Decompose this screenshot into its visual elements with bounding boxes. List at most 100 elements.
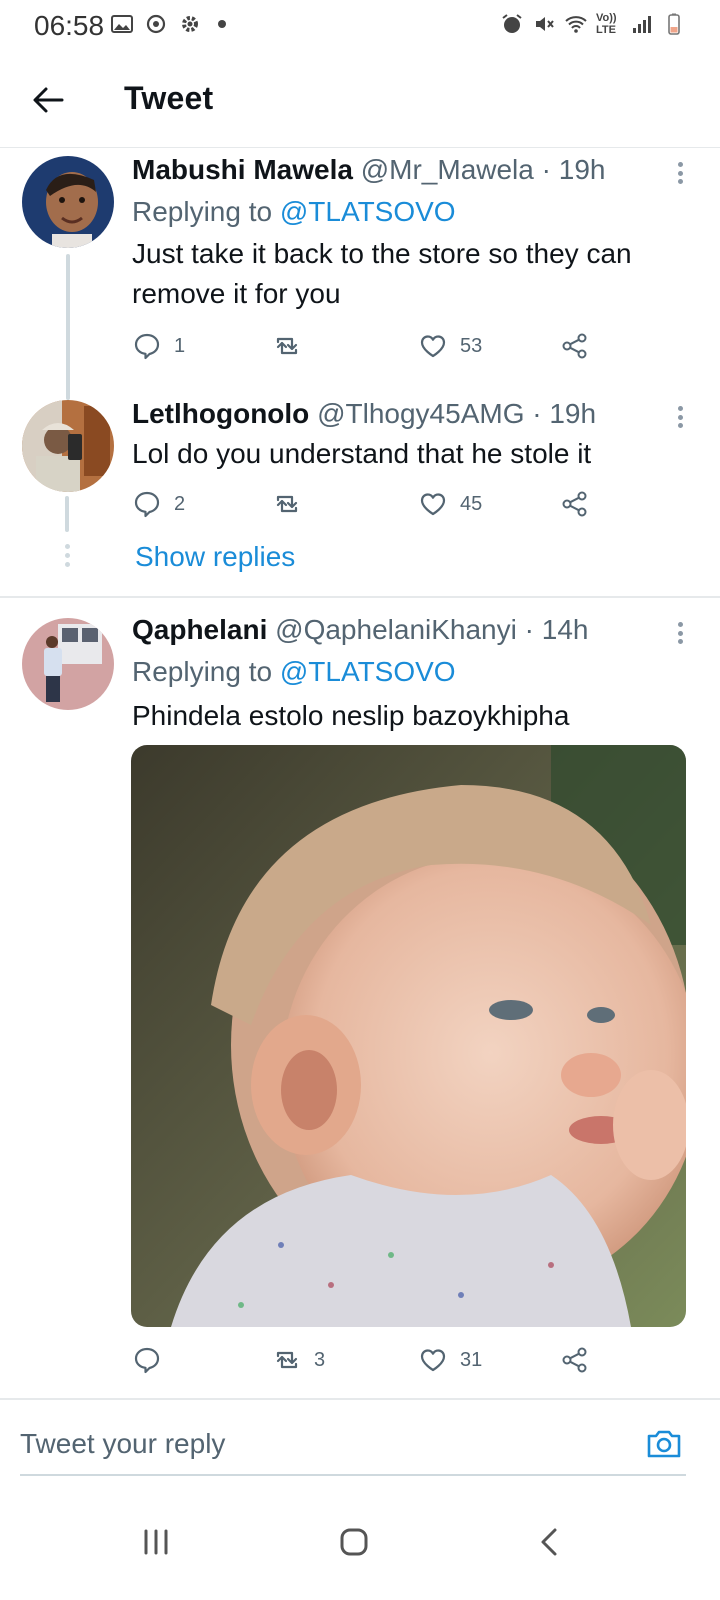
share-icon — [562, 333, 587, 359]
meta-separator: · — [532, 398, 542, 429]
retweet-button[interactable] — [272, 484, 314, 524]
volte-icon: Vo)) LTE — [596, 12, 617, 36]
retweet-count: 3 — [314, 1348, 326, 1371]
replying-to: Replying to @TLATSOVO — [132, 192, 700, 232]
back-icon — [541, 1528, 557, 1556]
meta-separator: · — [524, 614, 534, 645]
meta-separator: · — [541, 154, 551, 185]
tweet-actions: 3 31 — [132, 1340, 612, 1380]
app-header: Tweet — [0, 52, 720, 148]
retweet-button[interactable]: 3 — [272, 1340, 325, 1380]
sync-icon — [146, 14, 166, 34]
page-title: Tweet — [124, 80, 214, 116]
avatar[interactable] — [22, 156, 114, 248]
camera-button[interactable] — [644, 1424, 684, 1464]
reply-button[interactable] — [132, 1340, 174, 1380]
tweet-actions: 2 45 — [132, 484, 612, 524]
handle[interactable]: @Mr_Mawela — [361, 154, 534, 185]
display-name[interactable]: Mabushi Mawela — [132, 154, 353, 185]
home-icon — [340, 1528, 368, 1556]
reply-button[interactable]: 2 — [132, 484, 185, 524]
heart-icon — [420, 335, 446, 358]
system-nav-bar — [0, 1488, 720, 1600]
avatar[interactable] — [22, 618, 114, 710]
comment-icon — [134, 333, 160, 360]
share-icon — [562, 491, 587, 517]
like-count: 31 — [460, 1348, 483, 1371]
replying-prefix: Replying to — [132, 196, 273, 227]
heart-icon — [420, 1349, 446, 1372]
mention-link[interactable]: @TLATSOVO — [280, 196, 456, 227]
like-count: 45 — [460, 492, 483, 515]
battery-icon — [668, 13, 680, 35]
tweet-1[interactable]: Mabushi Mawela @Mr_Mawela · 19h Replying… — [0, 150, 720, 400]
retweet-button[interactable] — [272, 326, 314, 366]
recent-apps-button[interactable] — [126, 1512, 186, 1572]
gear-icon — [182, 16, 198, 32]
tweet-2[interactable]: Letlhogonolo @Tlhogy45AMG · 19h Lol do y… — [0, 396, 720, 596]
alarm-icon — [502, 14, 522, 33]
image-icon — [111, 15, 133, 33]
arrow-left-icon — [33, 87, 64, 113]
more-options-button[interactable] — [668, 402, 692, 432]
share-button[interactable] — [560, 1340, 590, 1380]
like-button[interactable]: 53 — [418, 326, 482, 366]
tweet-body: Letlhogonolo @Tlhogy45AMG · 19h Lol do y… — [132, 396, 700, 474]
like-count: 53 — [460, 334, 483, 357]
retweet-icon — [276, 495, 298, 513]
timestamp[interactable]: 14h — [542, 614, 589, 645]
display-name[interactable]: Letlhogonolo — [132, 398, 309, 429]
timestamp[interactable]: 19h — [559, 154, 606, 185]
comment-icon — [134, 1347, 160, 1374]
tweet-header: Letlhogonolo @Tlhogy45AMG · 19h — [132, 396, 700, 432]
timestamp[interactable]: 19h — [549, 398, 596, 429]
share-icon — [562, 1347, 587, 1373]
back-button[interactable] — [28, 80, 68, 120]
like-button[interactable]: 31 — [418, 1340, 482, 1380]
tweet-text: Phindela estolo neslip bazoykhipha — [132, 700, 570, 731]
camera-icon — [647, 1430, 681, 1458]
tweet-media-image[interactable] — [131, 745, 686, 1327]
recent-apps-icon — [144, 1529, 168, 1555]
more-options-button[interactable] — [668, 158, 692, 188]
system-back-button[interactable] — [520, 1512, 580, 1572]
tweet-text: Just take it back to the store so they c… — [132, 238, 632, 309]
tweet-header: Mabushi Mawela @Mr_Mawela · 19h — [132, 152, 700, 188]
home-button[interactable] — [324, 1512, 384, 1572]
tweet-header: Qaphelani @QaphelaniKhanyi · 14h — [132, 612, 700, 648]
show-replies-link[interactable]: Show replies — [135, 541, 295, 573]
heart-icon — [420, 493, 446, 516]
mention-link[interactable]: @TLATSOVO — [280, 656, 456, 687]
status-left-icons — [110, 12, 226, 36]
signal-icon — [633, 16, 651, 33]
reply-count: 1 — [174, 334, 186, 357]
replying-to: Replying to @TLATSOVO — [132, 652, 700, 692]
retweet-icon — [276, 337, 298, 355]
tweet-actions: 1 53 — [132, 326, 612, 366]
comment-icon — [134, 491, 160, 518]
retweet-icon — [276, 1351, 298, 1369]
status-time: 06:58 — [34, 10, 105, 41]
reply-underline — [20, 1474, 686, 1476]
more-options-button[interactable] — [668, 618, 692, 648]
display-name[interactable]: Qaphelani — [132, 614, 267, 645]
handle[interactable]: @Tlhogy45AMG — [317, 398, 524, 429]
status-right-icons: Vo)) LTE — [500, 12, 686, 36]
replying-prefix: Replying to — [132, 656, 273, 687]
divider — [0, 596, 720, 598]
tweet-body: Qaphelani @QaphelaniKhanyi · 14h Replyin… — [132, 612, 700, 736]
notification-dot — [218, 20, 226, 28]
share-button[interactable] — [560, 484, 590, 524]
like-button[interactable]: 45 — [418, 484, 482, 524]
avatar[interactable] — [22, 400, 114, 492]
share-button[interactable] — [560, 326, 590, 366]
status-bar: 06:58 Vo)) LTE — [0, 0, 720, 52]
handle[interactable]: @QaphelaniKhanyi — [275, 614, 517, 645]
mute-icon — [536, 17, 554, 31]
tweet-body: Mabushi Mawela @Mr_Mawela · 19h Replying… — [132, 152, 700, 314]
wifi-icon — [565, 16, 587, 33]
reply-button[interactable]: 1 — [132, 326, 185, 366]
reply-input[interactable] — [20, 1422, 620, 1466]
thread-line — [66, 254, 70, 400]
thread-ellipsis — [65, 544, 71, 567]
